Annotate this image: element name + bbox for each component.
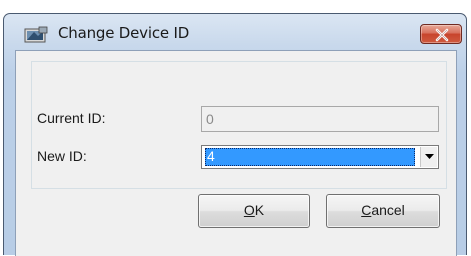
new-id-label: New ID: [37,148,87,164]
new-id-dropdown[interactable]: 4 [201,145,439,169]
cancel-button[interactable]: Cancel [326,194,440,228]
cancel-mnemonic: C [361,202,372,218]
chevron-down-icon [425,154,434,159]
window-title: Change Device ID [58,24,190,42]
ok-mnemonic: O [243,202,255,218]
new-id-selected[interactable]: 4 [205,148,415,166]
ok-label-rest: K [254,202,265,218]
current-id-value: 0 [206,111,214,127]
cancel-label-rest: ancel [371,202,405,218]
close-icon [435,28,449,42]
ok-button[interactable]: OK [198,194,310,228]
device-app-icon [24,26,48,44]
dropdown-arrow-button[interactable] [420,147,437,167]
dialog-window: Change Device ID Current ID: 0 New ID: 4 [3,13,467,256]
current-id-field: 0 [201,106,439,132]
title-bar[interactable]: Change Device ID [4,14,466,46]
current-id-label: Current ID: [37,110,106,126]
close-button[interactable] [420,24,462,44]
new-id-value: 4 [207,148,215,164]
dialog-client-area: Current ID: 0 New ID: 4 OK Cancel [15,50,457,256]
